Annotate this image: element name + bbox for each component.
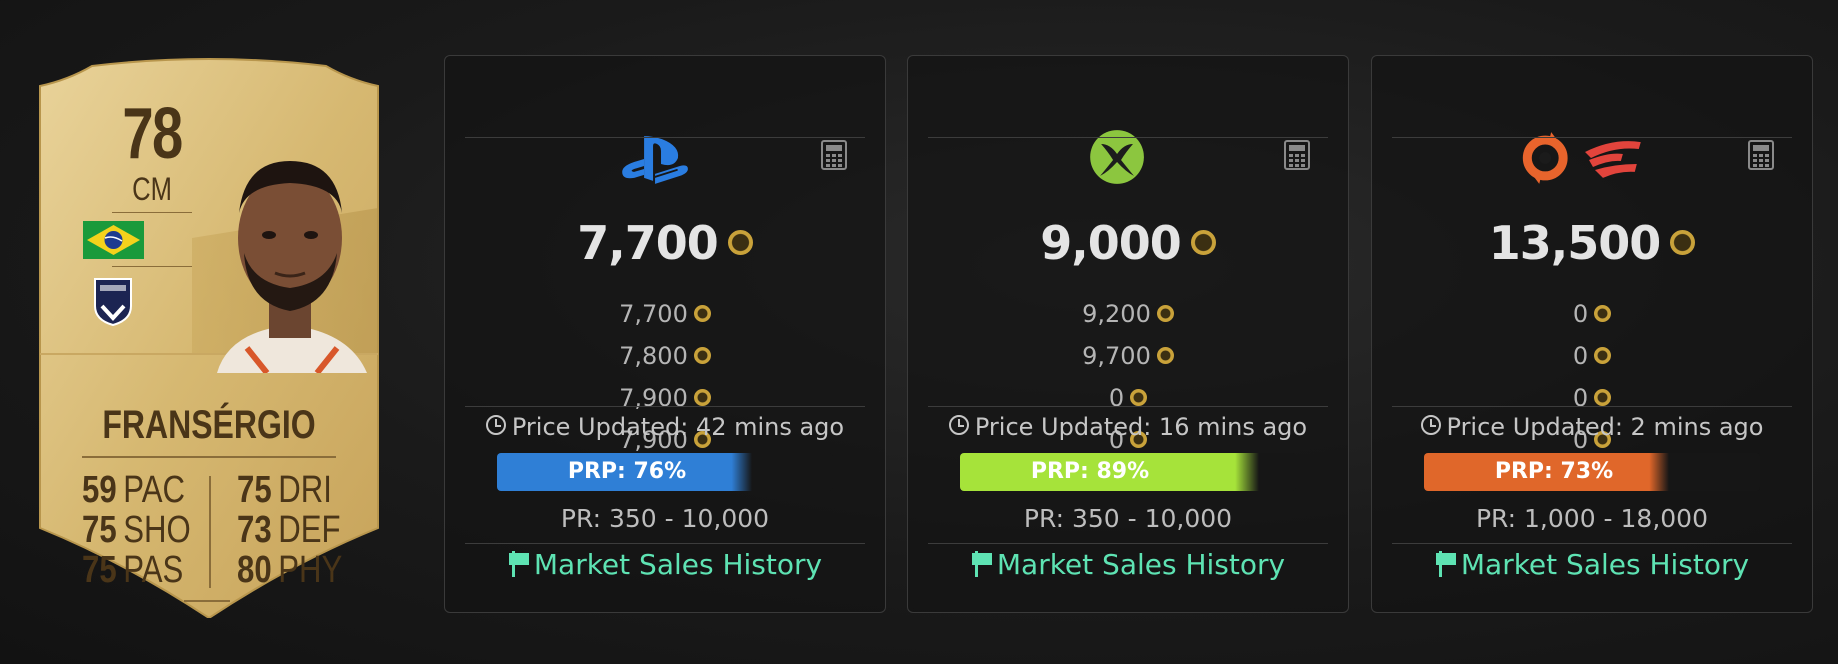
origin-stadia-icon: [1522, 132, 1641, 184]
coin-icon: [1130, 388, 1148, 406]
stat-pac: 59 PAC: [82, 469, 185, 511]
coin-icon: [1594, 346, 1612, 364]
stats-right: 75 DRI 73 DEF 80 PHY: [237, 470, 377, 590]
main-price: 7,700: [445, 216, 885, 270]
price-row: 7,700: [445, 293, 885, 335]
signpost-icon: [971, 551, 992, 577]
price-updated: Price Updated: 42 mins ago: [445, 413, 885, 441]
panel-divider: [465, 543, 865, 544]
price-row: 0: [1372, 293, 1812, 335]
xbox-icon: [1090, 130, 1144, 184]
panel-divider: [1392, 406, 1792, 407]
market-sales-history-link[interactable]: Market Sales History: [445, 548, 885, 581]
player-rating: 78: [122, 94, 183, 174]
clock-icon: [1420, 415, 1441, 435]
name-divider: [82, 456, 336, 458]
panel-divider: [465, 137, 865, 138]
clock-icon: [948, 415, 969, 435]
coin-icon: [1594, 304, 1612, 322]
panel-divider: [1392, 543, 1792, 544]
price-range: PR: 350 - 10,000: [1023, 504, 1233, 533]
stat-def: 73 DEF: [237, 509, 341, 551]
page: 78 CM FRANSÉRGIO 59 PAC 75 SHO 75 PAS 75…: [0, 0, 1838, 664]
stat-sho: 75 SHO: [82, 509, 191, 551]
price-row: 9,200: [908, 293, 1348, 335]
panel-divider: [928, 543, 1328, 544]
coin-icon: [727, 230, 753, 255]
brazil-flag-icon: [83, 221, 144, 259]
price-row: 7,800: [445, 335, 885, 377]
player-name: FRANSÉRGIO: [102, 403, 316, 447]
coin-icon: [1156, 304, 1174, 322]
coin-icon: [693, 304, 711, 322]
prp-bar: PRP: 73%: [1424, 453, 1760, 491]
calculator-icon[interactable]: [821, 140, 847, 170]
market-sales-history-link[interactable]: Market Sales History: [908, 548, 1348, 581]
prp-label: PRP: 89%: [1030, 459, 1150, 484]
panel-divider: [465, 406, 865, 407]
signpost-icon: [1435, 551, 1456, 577]
stat-pas: 75 PAS: [82, 549, 184, 591]
player-position: CM: [132, 171, 172, 207]
coin-icon: [1190, 230, 1216, 255]
price-row: 9,700: [908, 335, 1348, 377]
stat-phy: 80 PHY: [237, 549, 343, 591]
prp-bar: PRP: 89%: [960, 453, 1296, 491]
coin-icon: [1670, 230, 1696, 255]
clock-icon: [485, 415, 506, 435]
price-updated: Price Updated: 16 mins ago: [908, 413, 1348, 441]
playstation-icon: [622, 136, 688, 184]
main-price: 9,000: [908, 216, 1348, 270]
panel-divider: [1392, 137, 1792, 138]
coin-icon: [693, 388, 711, 406]
prp-bar: PRP: 76%: [497, 453, 833, 491]
price-panel-pc: 13,500 0 0 0 0 Price Updated: 2 mins ago…: [1371, 55, 1813, 613]
coin-icon: [1594, 388, 1612, 406]
price-updated: Price Updated: 2 mins ago: [1372, 413, 1812, 441]
price-row: 0: [1372, 335, 1812, 377]
card-divider: [112, 212, 192, 213]
main-price: 13,500: [1372, 216, 1812, 270]
stats-left: 59 PAC 75 SHO 75 PAS: [82, 470, 222, 590]
prp-label: PRP: 73%: [1494, 459, 1614, 484]
coin-icon: [1156, 346, 1174, 364]
market-sales-history-link[interactable]: Market Sales History: [1372, 548, 1812, 581]
calculator-icon[interactable]: [1748, 140, 1774, 170]
calculator-icon[interactable]: [1284, 140, 1310, 170]
bordeaux-badge-icon: [94, 278, 132, 326]
coin-icon: [693, 346, 711, 364]
panel-divider: [928, 406, 1328, 407]
player-portrait: [217, 161, 367, 373]
player-card[interactable]: 78 CM FRANSÉRGIO 59 PAC 75 SHO 75 PAS 75…: [32, 58, 386, 618]
stats-divider: [209, 476, 211, 588]
prp-label: PRP: 76%: [567, 459, 687, 484]
price-range: PR: 1,000 - 18,000: [1475, 504, 1708, 533]
stat-dri: 75 DRI: [237, 469, 332, 511]
panel-divider: [928, 137, 1328, 138]
price-range: PR: 350 - 10,000: [560, 504, 770, 533]
price-panel-playstation: 7,700 7,700 7,800 7,900 7,900 Price Upda…: [444, 55, 886, 613]
price-panel-xbox: 9,000 9,200 9,700 0 0 Price Updated: 16 …: [907, 55, 1349, 613]
card-bottom-divider: [184, 600, 230, 602]
card-divider: [112, 266, 192, 267]
signpost-icon: [508, 551, 529, 577]
